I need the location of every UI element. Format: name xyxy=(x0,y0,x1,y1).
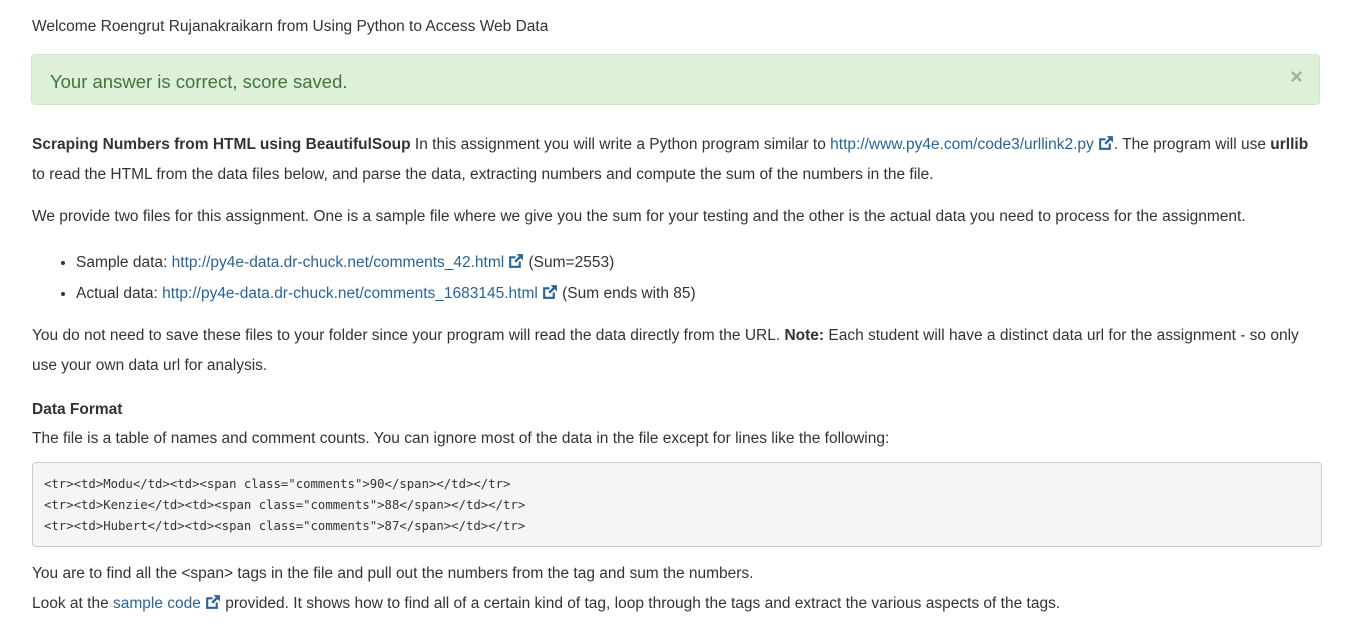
actual-sum-note: (Sum ends with 85) xyxy=(557,285,696,302)
span-paragraph: You are to find all the <span> tags in t… xyxy=(32,565,754,582)
intro-text-3: to read the HTML from the data files bel… xyxy=(32,166,934,183)
welcome-text: Welcome Roengrut Rujanakraikarn from Usi… xyxy=(32,18,549,35)
look-paragraph: Look at the sample code provided. It sho… xyxy=(32,589,1322,619)
external-link-icon[interactable] xyxy=(507,253,524,270)
sample-code-link-text[interactable]: sample code xyxy=(113,595,201,612)
sample-label: Sample data: xyxy=(76,254,172,271)
note-paragraph: You do not need to save these files to y… xyxy=(32,321,1322,381)
external-link-icon[interactable] xyxy=(1097,135,1114,152)
assignment-content: Scraping Numbers from HTML using Beautif… xyxy=(32,130,1322,619)
assignment-title: Scraping Numbers from HTML using Beautif… xyxy=(32,136,411,153)
urllib-label: urllib xyxy=(1270,136,1309,153)
note-label: Note: xyxy=(784,327,825,344)
intro-text-2: . The program will use xyxy=(1113,136,1271,153)
list-item-actual: Actual data: http://py4e-data.dr-chuck.n… xyxy=(76,278,1322,309)
external-link-icon[interactable] xyxy=(541,284,558,301)
sample-code-link[interactable]: sample code xyxy=(113,595,221,612)
success-alert: Your answer is correct, score saved. × xyxy=(31,54,1320,105)
actual-data-link[interactable]: http://py4e-data.dr-chuck.net/comments_1… xyxy=(162,285,558,302)
actual-data-link-text[interactable]: http://py4e-data.dr-chuck.net/comments_1… xyxy=(162,285,538,302)
intro-text: In this assignment you will write a Pyth… xyxy=(410,136,831,153)
data-format-heading: Data Format xyxy=(32,401,123,418)
provide-paragraph: We provide two files for this assignment… xyxy=(32,208,1246,225)
alert-message: Your answer is correct, score saved. xyxy=(50,71,348,92)
urllink2-link-text[interactable]: http://www.py4e.com/code3/urllink2.py xyxy=(830,136,1094,153)
sample-data-link-text[interactable]: http://py4e-data.dr-chuck.net/comments_4… xyxy=(172,254,505,271)
list-item-sample: Sample data: http://py4e-data.dr-chuck.n… xyxy=(76,247,1322,278)
sample-data-link[interactable]: http://py4e-data.dr-chuck.net/comments_4… xyxy=(172,254,525,271)
note-text-1: You do not need to save these files to y… xyxy=(32,327,785,344)
data-format-text: The file is a table of names and comment… xyxy=(32,430,890,447)
close-icon[interactable]: × xyxy=(1290,66,1303,88)
data-file-list: Sample data: http://py4e-data.dr-chuck.n… xyxy=(32,247,1322,309)
look-text-1: Look at the xyxy=(32,595,114,612)
code-sample-block: <tr><td>Modu</td><td><span class="commen… xyxy=(32,462,1322,547)
external-link-icon[interactable] xyxy=(204,594,221,611)
look-text-2: provided. It shows how to find all of a … xyxy=(220,595,1061,612)
sample-sum-note: (Sum=2553) xyxy=(524,254,615,271)
intro-paragraph: Scraping Numbers from HTML using Beautif… xyxy=(32,130,1322,190)
actual-label: Actual data: xyxy=(76,285,163,302)
urllink2-link[interactable]: http://www.py4e.com/code3/urllink2.py xyxy=(830,136,1114,153)
